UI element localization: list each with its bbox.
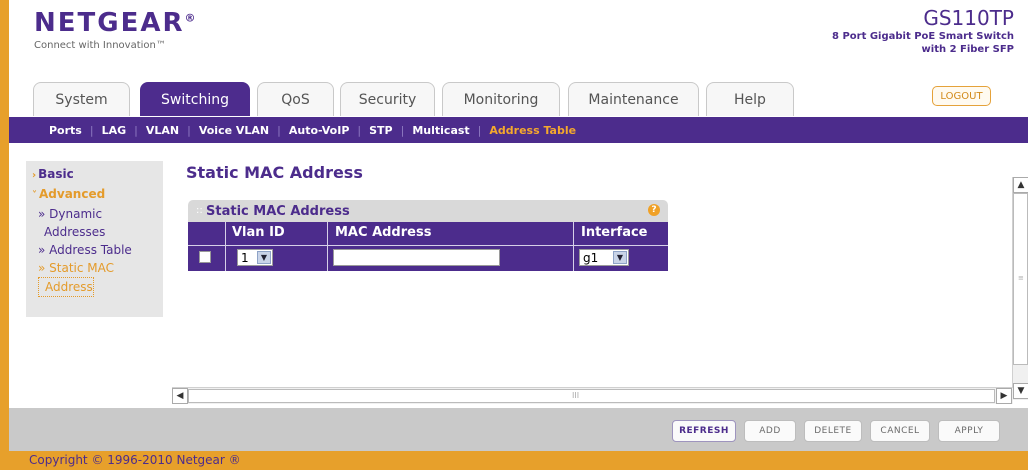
table-row: 1 ▼ g1 ▼: [188, 245, 668, 271]
tab-switching[interactable]: Switching: [140, 82, 250, 116]
panel-header: :: Static MAC Address ?: [188, 200, 668, 222]
brand-tagline: Connect with Innovation™: [34, 40, 166, 51]
vlan-id-select[interactable]: 1 ▼: [237, 249, 273, 266]
subnav-separator: |: [277, 123, 281, 137]
subnav-lag[interactable]: LAG: [102, 124, 127, 137]
tab-security[interactable]: Security: [340, 82, 435, 116]
header: NETGEAR® Connect with Innovation™ GS110T…: [9, 0, 1028, 122]
panel-title: Static MAC Address: [206, 204, 350, 219]
model-name: GS110TP: [923, 6, 1014, 30]
horizontal-scroll-thumb[interactable]: III: [188, 389, 995, 403]
chevron-down-icon: ▼: [613, 251, 627, 264]
left-navigation: › Basic ˅ Advanced » Dynamic Addresses » A…: [26, 161, 163, 317]
model-description: 8 Port Gigabit PoE Smart Switch with 2 F…: [754, 30, 1014, 56]
add-button[interactable]: ADD: [744, 420, 796, 442]
scroll-down-icon[interactable]: ▼: [1013, 383, 1028, 399]
subnav-stp[interactable]: STP: [369, 124, 393, 137]
left-frame-border: [0, 0, 9, 470]
tab-system[interactable]: System: [33, 82, 130, 116]
vertical-scroll-thumb[interactable]: ≡: [1013, 193, 1028, 365]
subnav-separator: |: [400, 123, 405, 137]
interface-select[interactable]: g1 ▼: [579, 249, 629, 266]
chevron-down-icon: ▼: [257, 251, 271, 264]
drag-grip-icon: ::: [196, 205, 203, 216]
netgear-logo: NETGEAR®: [34, 8, 198, 38]
subnav-separator: |: [187, 123, 191, 137]
table-header-row: Vlan ID MAC Address Interface: [188, 222, 668, 245]
tab-monitoring[interactable]: Monitoring: [442, 82, 560, 116]
horizontal-scrollbar[interactable]: ◀ III ▶: [172, 387, 1013, 404]
subnav-ports[interactable]: Ports: [49, 124, 82, 137]
scroll-up-icon[interactable]: ▲: [1013, 177, 1028, 193]
subnav-separator: |: [89, 123, 94, 137]
cancel-button[interactable]: CANCEL: [870, 420, 930, 442]
scroll-right-icon[interactable]: ▶: [996, 388, 1012, 404]
tab-help[interactable]: Help: [706, 82, 794, 116]
subnav-auto-voip[interactable]: Auto-VoIP: [289, 124, 350, 137]
chevron-down-icon: ˅: [32, 190, 37, 201]
copyright-footer: Copyright © 1996-2010 Netgear ®: [9, 451, 1028, 470]
scroll-left-icon[interactable]: ◀: [172, 388, 188, 404]
subnav-separator: |: [357, 123, 362, 137]
leftnav-basic[interactable]: › Basic: [32, 165, 157, 185]
leftnav-static-mac-address[interactable]: » Static MAC Address: [32, 259, 157, 297]
subnav-voice-vlan[interactable]: Voice VLAN: [199, 124, 269, 137]
logout-button[interactable]: LOGOUT: [932, 86, 991, 106]
mac-address-input[interactable]: [333, 249, 500, 266]
subnav-separator: |: [134, 123, 138, 137]
leftnav-advanced[interactable]: ˅ Advanced: [32, 185, 157, 205]
delete-button[interactable]: DELETE: [804, 420, 862, 442]
subnav-multicast[interactable]: Multicast: [412, 124, 469, 137]
button-bar: REFRESH ADD DELETE CANCEL APPLY: [9, 408, 1028, 451]
column-header-interface: Interface: [581, 225, 648, 240]
model-description-line-1: 8 Port Gigabit PoE Smart Switch: [832, 31, 1014, 42]
vertical-scrollbar[interactable]: ▲ ≡ ▼: [1012, 177, 1028, 400]
apply-button[interactable]: APPLY: [938, 420, 1000, 442]
subnav-vlan[interactable]: VLAN: [146, 124, 179, 137]
sub-navigation: Ports | LAG | VLAN | Voice VLAN | Auto-VoIP |…: [9, 117, 1028, 143]
leftnav-dynamic-addresses[interactable]: » Dynamic Addresses: [32, 205, 157, 241]
subnav-separator: |: [477, 123, 482, 137]
tab-maintenance[interactable]: Maintenance: [568, 82, 699, 116]
column-header-mac-address: MAC Address: [335, 225, 432, 240]
column-header-vlan-id: Vlan ID: [232, 225, 285, 240]
help-icon[interactable]: ?: [648, 204, 660, 216]
tab-qos[interactable]: QoS: [257, 82, 334, 116]
content-area: › Basic ˅ Advanced » Dynamic Addresses » A…: [9, 143, 1028, 408]
refresh-button[interactable]: REFRESH: [672, 420, 736, 442]
row-select-checkbox[interactable]: [199, 251, 211, 263]
chevron-right-icon: ›: [32, 170, 37, 181]
page-title: Static MAC Address: [186, 163, 363, 182]
model-description-line-2: with 2 Fiber SFP: [921, 44, 1014, 55]
subnav-address-table[interactable]: Address Table: [489, 124, 576, 137]
leftnav-address-table[interactable]: » Address Table: [32, 241, 157, 259]
